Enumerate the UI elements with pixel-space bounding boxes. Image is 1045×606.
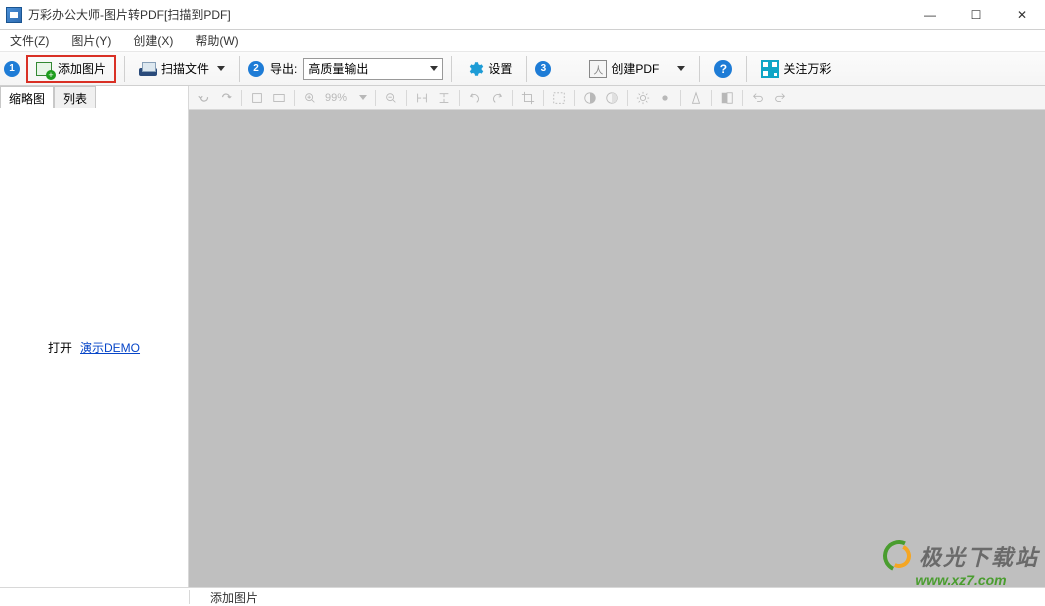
rotate-ccw-icon[interactable] [468, 91, 482, 105]
scan-file-label: 扫描文件 [161, 60, 209, 77]
image-toolbar: 99% [189, 86, 1045, 110]
gear-icon [466, 60, 484, 78]
window-title: 万彩办公大师-图片转PDF[扫描到PDF] [28, 6, 231, 23]
threshold-icon[interactable] [689, 91, 703, 105]
follow-button[interactable]: 关注万彩 [755, 55, 837, 83]
status-message: 添加图片 [190, 589, 278, 606]
main-toolbar: 1 添加图片 扫描文件 2 导出: 高质量输出 设置 3 创建PDF ? 关注万… [0, 52, 1045, 86]
toolbar-separator [627, 90, 628, 106]
create-pdf-button[interactable]: 创建PDF [583, 55, 691, 83]
toolbar-separator [746, 56, 747, 82]
scan-file-button[interactable]: 扫描文件 [133, 55, 231, 83]
grayscale-icon[interactable] [720, 91, 734, 105]
side-content: 打开 演示DEMO [0, 108, 188, 587]
flip-v-icon[interactable] [437, 91, 451, 105]
menu-image[interactable]: 图片(Y) [65, 30, 117, 51]
watermark-url: www.xz7.com [915, 572, 1006, 588]
select-icon[interactable] [552, 91, 566, 105]
fit-width-icon[interactable] [250, 91, 264, 105]
output-label: 导出: [270, 60, 297, 77]
toolbar-separator [574, 90, 575, 106]
pdf-icon [589, 60, 607, 78]
create-pdf-label: 创建PDF [611, 60, 659, 77]
menu-create[interactable]: 创建(X) [127, 30, 179, 51]
rotate-left-icon[interactable] [197, 91, 211, 105]
toolbar-separator [294, 90, 295, 106]
close-button[interactable]: ✕ [999, 0, 1045, 30]
add-image-icon [36, 60, 54, 78]
toolbar-separator [239, 56, 240, 82]
side-tabs: 缩略图 列表 [0, 86, 188, 108]
maximize-button[interactable]: ☐ [953, 0, 999, 30]
add-image-label: 添加图片 [58, 60, 106, 77]
undo-icon[interactable] [751, 91, 765, 105]
crop-icon[interactable] [521, 91, 535, 105]
titlebar: 万彩办公大师-图片转PDF[扫描到PDF] — ☐ ✕ [0, 0, 1045, 30]
menu-help[interactable]: 帮助(W) [189, 30, 244, 51]
toolbar-separator [543, 90, 544, 106]
watermark: 极光下载站 www.xz7.com [883, 540, 1039, 588]
zoom-percent: 99% [325, 92, 347, 104]
rotate-cw-icon[interactable] [490, 91, 504, 105]
step-2-badge: 2 [248, 61, 264, 77]
output-quality-value: 高质量输出 [308, 60, 368, 77]
toolbar-separator [742, 90, 743, 106]
brightness-down-icon[interactable] [658, 91, 672, 105]
toolbar-separator [459, 90, 460, 106]
toolbar-separator [711, 90, 712, 106]
qr-icon [761, 60, 779, 78]
settings-label: 设置 [488, 60, 512, 77]
toolbar-separator [699, 56, 700, 82]
watermark-brand: 极光下载站 [919, 540, 1039, 572]
chevron-down-icon [217, 66, 225, 71]
toolbar-separator [241, 90, 242, 106]
toolbar-separator [526, 56, 527, 82]
tab-list[interactable]: 列表 [54, 86, 96, 108]
zoom-out-icon[interactable] [384, 91, 398, 105]
open-label: 打开 [48, 339, 72, 356]
watermark-logo-icon [883, 540, 915, 572]
contrast-up-icon[interactable] [583, 91, 597, 105]
contrast-down-icon[interactable] [605, 91, 619, 105]
preview-area[interactable] [189, 110, 1045, 587]
toolbar-separator [375, 90, 376, 106]
help-icon: ? [714, 60, 732, 78]
output-quality-select[interactable]: 高质量输出 [303, 58, 443, 80]
chevron-down-icon [430, 66, 438, 71]
menubar: 文件(Z) 图片(Y) 创建(X) 帮助(W) [0, 30, 1045, 52]
toolbar-separator [124, 56, 125, 82]
app-icon [6, 7, 22, 23]
chevron-down-icon [677, 66, 685, 71]
minimize-button[interactable]: — [907, 0, 953, 30]
toolbar-separator [680, 90, 681, 106]
statusbar: 添加图片 [0, 587, 1045, 606]
rotate-right-icon[interactable] [219, 91, 233, 105]
add-image-button[interactable]: 添加图片 [26, 55, 116, 83]
content-area: 缩略图 列表 打开 演示DEMO 99% [0, 86, 1045, 587]
step-3-badge: 3 [535, 61, 551, 77]
toolbar-separator [512, 90, 513, 106]
demo-link[interactable]: 演示DEMO [80, 339, 140, 356]
settings-button[interactable]: 设置 [460, 55, 518, 83]
scanner-icon [139, 60, 157, 78]
tab-thumbnail[interactable]: 缩略图 [0, 86, 54, 108]
main-panel: 99% [189, 86, 1045, 587]
window-controls: — ☐ ✕ [907, 0, 1045, 30]
toolbar-separator [451, 56, 452, 82]
flip-h-icon[interactable] [415, 91, 429, 105]
toolbar-separator [406, 90, 407, 106]
help-button[interactable]: ? [708, 55, 738, 83]
zoom-dropdown-icon[interactable] [359, 95, 367, 100]
redo-icon[interactable] [773, 91, 787, 105]
brightness-up-icon[interactable] [636, 91, 650, 105]
follow-label: 关注万彩 [783, 60, 831, 77]
fit-page-icon[interactable] [272, 91, 286, 105]
side-panel: 缩略图 列表 打开 演示DEMO [0, 86, 189, 587]
step-1-badge: 1 [4, 61, 20, 77]
zoom-in-icon[interactable] [303, 91, 317, 105]
menu-file[interactable]: 文件(Z) [4, 30, 55, 51]
